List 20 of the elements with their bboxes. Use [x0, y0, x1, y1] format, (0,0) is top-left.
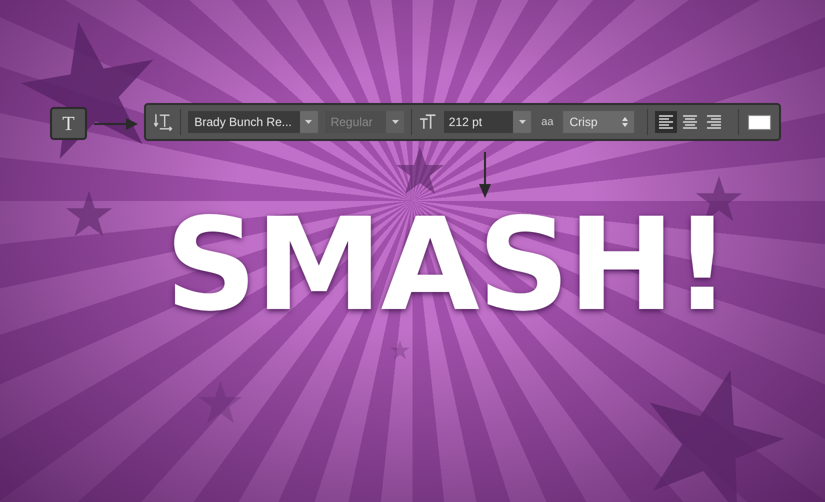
antialias-dropdown[interactable]: Crisp: [563, 111, 634, 133]
caret-icon: [518, 120, 526, 124]
font-size-dropdown[interactable]: 212 pt: [444, 111, 532, 133]
star-shape: [65, 190, 113, 238]
text-color-swatch[interactable]: [748, 114, 771, 130]
antialias-icon: aa: [541, 114, 554, 130]
caret-icon: [392, 120, 399, 124]
headline-text: SMASH!: [165, 202, 730, 330]
align-left-button[interactable]: [654, 111, 677, 133]
star-shape: [390, 340, 410, 360]
star-shape: [395, 146, 445, 196]
font-family-dropdown[interactable]: Brady Bunch Re...: [188, 111, 318, 133]
caret-icon: [305, 120, 312, 124]
arrow-icon: [94, 117, 138, 131]
font-size-icon: [419, 114, 437, 130]
stepper-icon: [622, 117, 628, 127]
arrow-icon: [478, 152, 492, 198]
type-tool-button[interactable]: T: [50, 107, 87, 140]
text-orientation-icon[interactable]: [154, 113, 174, 131]
star-shape: [198, 380, 243, 425]
